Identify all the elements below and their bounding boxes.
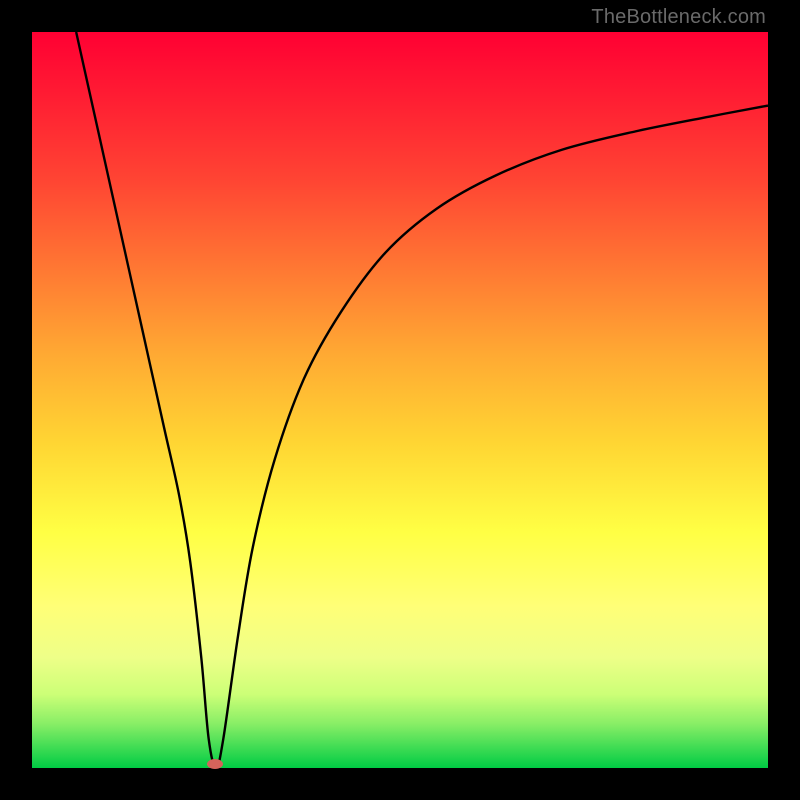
- plot-area: [32, 32, 768, 768]
- chart-frame: TheBottleneck.com: [0, 0, 800, 800]
- watermark-text: TheBottleneck.com: [591, 6, 766, 29]
- minimum-marker: [207, 759, 223, 769]
